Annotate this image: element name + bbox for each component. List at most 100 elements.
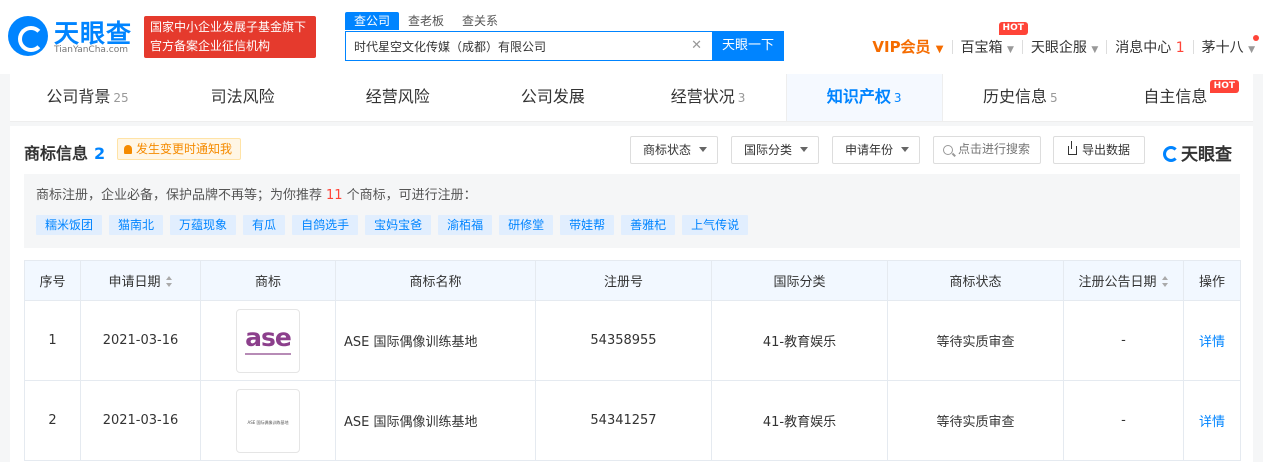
clear-icon[interactable]: ✕ [691, 38, 702, 53]
site-logo[interactable]: 天眼查 TianYanCha.com [8, 14, 134, 60]
trademark-panel: 商标信息 2 发生变更时通知我 商标状态 国际分类 申请年份 导出数据 天眼查 商… [10, 126, 1253, 462]
enterprise-label: 天眼企服 [1030, 39, 1087, 56]
tab-label: 司法风险 [210, 87, 275, 106]
search-input[interactable] [346, 32, 681, 60]
user-name: 茅十八 [1201, 39, 1244, 56]
cell-date: 2021-03-16 [80, 300, 201, 381]
trademark-chip[interactable]: 带娃帮 [560, 215, 615, 235]
trademark-chip[interactable]: 万蕴现象 [170, 215, 237, 235]
tab-label: 公司发展 [520, 87, 585, 106]
user-menu[interactable]: 茅十八 ▼ [1194, 34, 1263, 57]
hot-badge: HOT [1209, 80, 1239, 93]
search-tab-boss[interactable]: 查老板 [399, 12, 453, 30]
col-reg-no: 注册号 [535, 260, 712, 301]
sort-icon[interactable] [165, 276, 173, 287]
filter-label: 申请年份 [845, 143, 894, 157]
filter-international-class[interactable]: 国际分类 [731, 136, 820, 164]
tab-label: 历史信息 [982, 87, 1047, 106]
tab-business-risk[interactable]: 经营风险 [320, 74, 475, 121]
col-name: 商标名称 [335, 260, 536, 301]
trademark-chip[interactable]: 善雅杞 [621, 215, 676, 235]
trademark-chip[interactable]: 糯米饭团 [36, 215, 103, 235]
message-count: 1 [1175, 39, 1185, 56]
tab-self-info[interactable]: 自主信息 HOT [1098, 74, 1253, 121]
export-data-button[interactable]: 导出数据 [1053, 136, 1145, 164]
vip-link[interactable]: VIP会员 ▼ [864, 36, 951, 57]
recommended-trademarks: 糯米饭团 猫南北 万蕴现象 有瓜 自鸽选手 宝妈宝爸 渝栢福 研修堂 带娃帮 善… [36, 215, 755, 235]
col-logo: 商标 [200, 260, 336, 301]
search-tabs: 查公司 查老板 查关系 [345, 12, 507, 30]
filter-apply-year[interactable]: 申请年份 [832, 136, 921, 164]
col-notice-date[interactable]: 注册公告日期 [1063, 260, 1184, 301]
trademark-chip[interactable]: 自鸽选手 [292, 215, 359, 235]
cell-category: 41-教育娱乐 [711, 380, 888, 461]
detail-link[interactable]: 详情 [1199, 335, 1225, 350]
col-apply-date[interactable]: 申请日期 [80, 260, 201, 301]
trademark-logo-text: ASE 国际偶像训练基地 [247, 419, 289, 425]
filter-trademark-status[interactable]: 商标状态 [630, 136, 719, 164]
sort-icon[interactable] [1161, 276, 1169, 287]
cell-reg-no: 54358955 [535, 300, 712, 381]
trademark-image[interactable]: ase [236, 308, 300, 373]
table-search-input[interactable] [958, 142, 1038, 156]
trademark-chip[interactable]: 有瓜 [243, 215, 286, 235]
section-count: 2 [94, 144, 106, 163]
cell-status: 等待实质审查 [887, 380, 1064, 461]
cell-name: ASE 国际偶像训练基地 [335, 380, 536, 461]
cell-name: ASE 国际偶像训练基地 [335, 300, 536, 381]
trademark-chip[interactable]: 上气传说 [682, 215, 749, 235]
tab-judicial-risk[interactable]: 司法风险 [165, 74, 320, 121]
search-tab-company[interactable]: 查公司 [345, 12, 400, 30]
table-header-row: 序号 申请日期 商标 商标名称 注册号 国际分类 商标状态 注册公告日期 操作 [24, 260, 1241, 301]
treasure-box-link[interactable]: 百宝箱 ▼ HOT [953, 21, 1028, 57]
reco-count: 11 [326, 188, 343, 203]
cell-index: 2 [24, 380, 81, 461]
slogan-line2: 官方备案企业征信机构 [150, 39, 271, 53]
notify-change-button[interactable]: 发生变更时通知我 [117, 138, 242, 160]
trademark-image[interactable]: ASE 国际偶像训练基地 [236, 388, 300, 453]
hot-badge: HOT [998, 21, 1028, 35]
tab-operating-status[interactable]: 经营状况 3 [631, 74, 786, 121]
detail-link[interactable]: 详情 [1199, 415, 1225, 430]
cell-action: 详情 [1183, 300, 1241, 381]
col-status: 商标状态 [887, 260, 1064, 301]
tab-count: 3 [893, 91, 902, 105]
cell-notice-date: - [1063, 380, 1184, 461]
search-button[interactable]: 天眼一下 [712, 31, 784, 61]
export-label: 导出数据 [1081, 143, 1130, 157]
tab-label: 经营风险 [365, 87, 430, 106]
chevron-down-icon: ▼ [1091, 44, 1099, 55]
trademark-chip[interactable]: 宝妈宝爸 [365, 215, 432, 235]
table-search [933, 136, 1041, 164]
enterprise-service-link[interactable]: 天眼企服 ▼ [1023, 37, 1106, 57]
search-tab-relation[interactable]: 查关系 [453, 12, 507, 30]
trademark-chip[interactable]: 猫南北 [109, 215, 164, 235]
tab-label: 经营状况 [670, 87, 735, 106]
caret-down-icon [800, 147, 809, 152]
tab-company-background[interactable]: 公司背景 25 [10, 74, 165, 121]
tab-count: 25 [113, 91, 129, 105]
slogan-banner[interactable]: 国家中小企业发展子基金旗下 官方备案企业征信机构 [144, 16, 316, 58]
treasure-label: 百宝箱 [960, 39, 1003, 56]
tab-company-development[interactable]: 公司发展 [475, 74, 630, 121]
filter-label: 商标状态 [643, 143, 692, 157]
trademark-chip[interactable]: 研修堂 [499, 215, 554, 235]
tab-history-info[interactable]: 历史信息 5 [943, 74, 1098, 121]
slogan-line1: 国家中小企业发展子基金旗下 [150, 20, 307, 34]
cell-notice-date: - [1063, 300, 1184, 381]
vip-label: VIP会员 [872, 38, 931, 56]
table-row: 2 2021-03-16 ASE 国际偶像训练基地 ASE 国际偶像训练基地 5… [24, 380, 1241, 461]
top-header: 天眼查 TianYanCha.com 国家中小企业发展子基金旗下 官方备案企业征… [0, 0, 1263, 74]
col-action: 操作 [1183, 260, 1241, 301]
trademark-table: 序号 申请日期 商标 商标名称 注册号 国际分类 商标状态 注册公告日期 操作 … [24, 260, 1241, 461]
table-row: 1 2021-03-16 ase ASE 国际偶像训练基地 54358955 4… [24, 300, 1241, 381]
reco-suffix: 个商标，可进行注册： [346, 188, 477, 203]
recommendation-box: 商标注册，企业必备，保护品牌不再等；为你推荐 11 个商标，可进行注册： 糯米饭团 … [24, 174, 1240, 248]
cell-logo: ASE 国际偶像训练基地 [200, 380, 336, 461]
tab-intellectual-property[interactable]: 知识产权 3 [785, 74, 943, 121]
trademark-chip[interactable]: 渝栢福 [438, 215, 493, 235]
message-center-link[interactable]: 消息中心 1 [1107, 37, 1192, 57]
section-title-text: 商标信息 [24, 144, 89, 163]
brand-text: 天眼查 [1181, 145, 1232, 165]
filter-label: 国际分类 [744, 143, 793, 157]
